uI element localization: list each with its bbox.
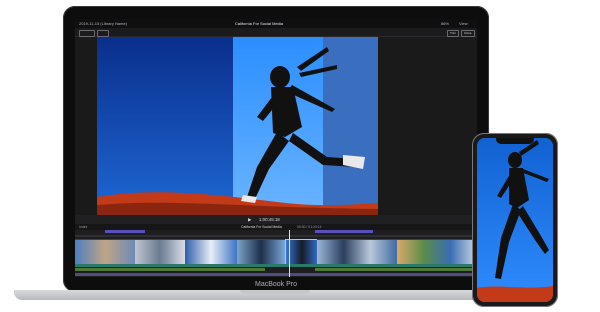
selected-video-clip[interactable] — [285, 239, 319, 265]
macbook-screen: 2019-11-15 (Library Name) California For… — [75, 19, 477, 277]
iphone-image — [477, 138, 553, 302]
timeline-duration: 00:30 / 01:24:14 — [297, 225, 322, 229]
video-image — [97, 37, 378, 215]
toolbar: Trim Done — [75, 28, 477, 37]
title-clip[interactable] — [315, 230, 373, 233]
ruler — [75, 235, 477, 237]
menu-bar: 2019-11-15 (Library Name) California For… — [75, 19, 477, 28]
iphone-screen — [477, 138, 553, 302]
music-track[interactable] — [75, 268, 265, 271]
timeline-title: California For Social Media — [241, 225, 282, 229]
device-label: MacBook Pro — [254, 281, 298, 288]
macbook-notch — [240, 290, 310, 294]
view-menu[interactable]: View — [459, 21, 468, 26]
video-clip[interactable] — [317, 239, 397, 265]
zoom-level[interactable]: 86% — [441, 21, 449, 26]
browser-toggle-button[interactable] — [97, 29, 109, 37]
video-clip[interactable] — [237, 239, 285, 265]
audio-track[interactable] — [75, 273, 477, 276]
video-clip[interactable] — [185, 239, 237, 265]
video-frame — [97, 37, 378, 215]
video-clip[interactable] — [75, 239, 135, 265]
iphone-notch — [496, 138, 534, 144]
video-clip[interactable] — [135, 239, 185, 265]
index-label[interactable]: Index — [79, 225, 87, 229]
transport-bar: ▶ 1:00:45:18 — [75, 215, 477, 224]
viewer — [75, 37, 477, 215]
play-icon[interactable]: ▶ — [248, 217, 251, 223]
done-button[interactable]: Done — [461, 29, 475, 37]
project-title: California For Social Media — [235, 21, 284, 26]
title-clip[interactable] — [105, 230, 145, 233]
library-toggle-button[interactable] — [79, 29, 95, 37]
timecode: 1:00:45:18 — [259, 217, 280, 222]
audio-track[interactable] — [75, 264, 477, 267]
music-track[interactable] — [315, 268, 477, 271]
video-clip[interactable] — [397, 239, 477, 265]
playhead[interactable] — [289, 230, 290, 277]
timeline[interactable] — [75, 230, 477, 277]
library-name: 2019-11-15 (Library Name) — [79, 21, 127, 26]
trim-button[interactable]: Trim — [447, 29, 459, 37]
